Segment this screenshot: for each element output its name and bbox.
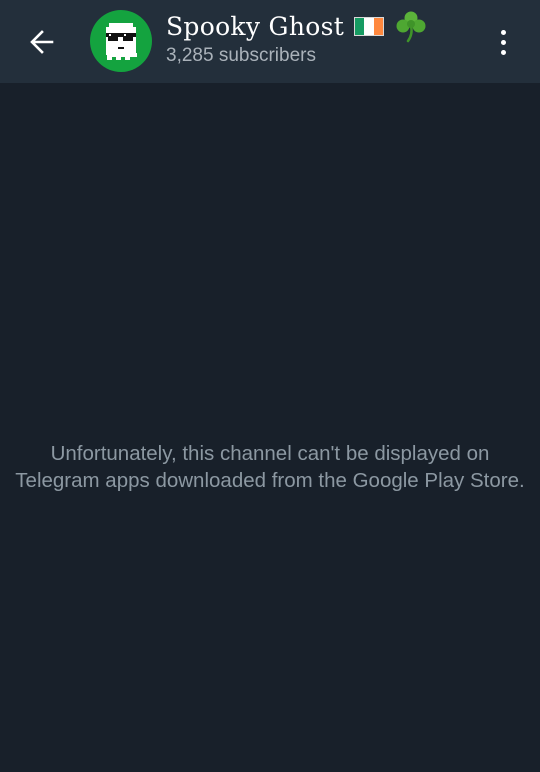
ghost-with-sunglasses-icon bbox=[106, 23, 137, 60]
top-app-bar: Spooky Ghost 3,285 subscribers bbox=[0, 0, 540, 83]
more-options-button[interactable] bbox=[486, 20, 520, 64]
channel-unavailable-notice: Unfortunately, this channel can't be dis… bbox=[15, 442, 525, 492]
subscriber-count: 3,285 subscribers bbox=[166, 45, 316, 66]
channel-avatar[interactable] bbox=[90, 10, 152, 72]
arrow-left-icon bbox=[30, 30, 54, 54]
channel-name: Spooky Ghost bbox=[166, 11, 345, 41]
ireland-flag-icon bbox=[354, 16, 385, 36]
more-vertical-icon bbox=[500, 29, 506, 35]
shamrock-icon bbox=[396, 11, 426, 43]
channel-title: Spooky Ghost bbox=[166, 8, 466, 44]
back-button[interactable] bbox=[20, 20, 64, 64]
channel-title-block[interactable]: Spooky Ghost 3,285 subscribers bbox=[166, 8, 466, 67]
